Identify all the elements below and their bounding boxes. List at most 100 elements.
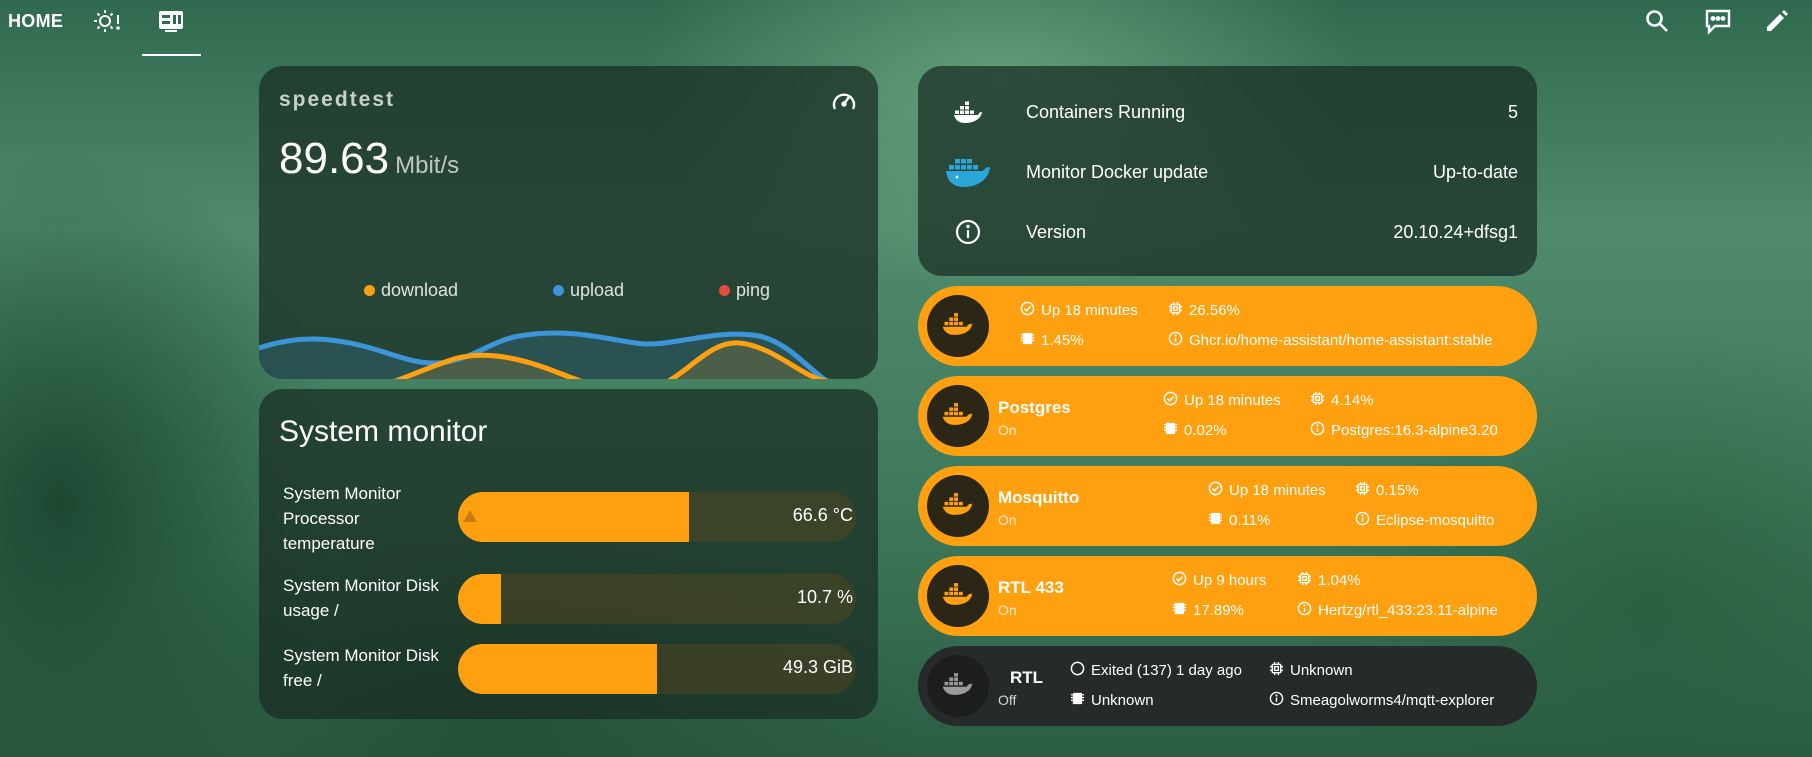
bar-fill [458, 574, 501, 624]
container-memory: 0.11% [1208, 511, 1270, 530]
cpu-icon [1310, 391, 1331, 410]
container-cpu: 1.04% [1297, 571, 1361, 590]
memory-icon [1163, 421, 1184, 440]
legend-dot-download [364, 285, 375, 296]
container-status-text: Up 18 minutes [1041, 302, 1138, 319]
sysmon-label: System Monitor Processor temperature [283, 484, 402, 553]
container-status: Up 18 minutes [1163, 391, 1281, 410]
legend-download[interactable]: download [364, 280, 458, 301]
docker-icon [942, 492, 974, 521]
container-memory-text: 0.11% [1229, 512, 1271, 529]
temperature-gauge-bar[interactable]: 66.6 °C [458, 492, 856, 542]
container-row[interactable]: RTL 433 On Up 9 hours 1.04% 17.89% Hertzg/rtl… [918, 556, 1537, 636]
check-circle-icon [1020, 301, 1041, 320]
container-memory-text: 17.89% [1193, 602, 1244, 619]
memory-icon [1208, 511, 1229, 530]
info-icon [1168, 331, 1189, 350]
container-row[interactable]: RTL Off Exited (137) 1 day ago Unknown Unkno… [918, 646, 1537, 726]
disk-usage-gauge-bar[interactable]: 10.7 % [458, 574, 856, 624]
check-circle-icon [1163, 391, 1184, 410]
container-toggle[interactable] [927, 475, 989, 537]
cpu-icon [1269, 661, 1290, 680]
container-image-text: Hertzg/rtl_433:23.11-alpine [1318, 602, 1498, 619]
container-toggle[interactable] [927, 565, 989, 627]
legend-label-ping: ping [736, 280, 771, 300]
container-toggle[interactable] [927, 655, 989, 717]
entity-row-containers-running[interactable]: Containers Running 5 [948, 92, 1518, 132]
container-toggle[interactable] [927, 295, 989, 357]
speedtest-history-graph [259, 330, 878, 379]
container-image-text: Postgres:16.3-alpine3.20 [1331, 422, 1498, 439]
tab-server[interactable] [156, 8, 186, 38]
memory-icon [1172, 601, 1193, 620]
cpu-icon [1355, 481, 1376, 500]
container-toggle[interactable] [927, 385, 989, 447]
docker-info-card: Containers Running 5 Monitor Docker upda… [918, 66, 1537, 276]
legend-label-download: download [381, 280, 459, 300]
container-row[interactable]: Up 18 minutes 26.56% 1.45% Ghcr.io/home-ass… [918, 286, 1537, 366]
edit-dashboard-button[interactable] [1762, 8, 1792, 38]
check-circle-icon [1208, 481, 1229, 500]
speedtest-title: speedtest [279, 88, 396, 111]
container-image-text: Smeagolworms4/mqtt-explorer [1290, 692, 1495, 709]
container-status-text: Up 18 minutes [1184, 392, 1281, 409]
entity-row-docker-update[interactable]: Monitor Docker update Up-to-date [946, 152, 1518, 192]
container-cpu-text: 4.14% [1331, 392, 1374, 409]
container-status-text: Up 18 minutes [1229, 482, 1326, 499]
container-status: Up 18 minutes [1020, 301, 1138, 320]
container-image: Eclipse-mosquitto [1355, 511, 1494, 530]
pencil-icon [1764, 8, 1790, 39]
search-icon [1644, 8, 1670, 39]
check-circle-icon [1172, 571, 1193, 590]
memory-icon [1020, 331, 1041, 350]
tab-home[interactable]: HOME [8, 11, 63, 32]
container-cpu: 26.56% [1168, 301, 1240, 320]
container-memory-text: 0.02% [1184, 422, 1227, 439]
entity-row-version[interactable]: Version 20.10.24+dfsg1 [948, 212, 1518, 252]
speedtest-card[interactable]: speedtest 89.63 Mbit/s download upload pi… [259, 66, 878, 379]
bar-value: 66.6 °C [792, 505, 853, 525]
docker-icon [942, 582, 974, 611]
cpu-icon [1168, 301, 1189, 320]
disk-free-gauge-bar[interactable]: 49.3 GiB [458, 644, 856, 694]
docker-icon [948, 92, 988, 132]
container-cpu: 4.14% [1310, 391, 1374, 410]
assist-button[interactable] [1703, 8, 1733, 38]
container-name: Postgres [998, 398, 1071, 417]
speedtest-unit: Mbit/s [395, 152, 460, 179]
legend-dot-upload [553, 285, 564, 296]
container-memory: 17.89% [1172, 601, 1244, 620]
info-icon [948, 212, 988, 252]
container-state: On [998, 512, 1017, 528]
server-network-icon [157, 7, 185, 40]
container-memory-text: Unknown [1091, 692, 1154, 709]
warning-icon [462, 509, 478, 528]
container-state: Off [998, 692, 1017, 708]
container-cpu: 0.15% [1355, 481, 1419, 500]
weather-sun-alert-icon [93, 7, 121, 40]
container-cpu-text: Unknown [1290, 662, 1353, 679]
chat-icon [1704, 7, 1732, 40]
legend-label-upload: upload [570, 280, 625, 300]
container-cpu: Unknown [1269, 661, 1353, 680]
container-row[interactable]: Postgres On Up 18 minutes 4.14% 0.02% Postgre… [918, 376, 1537, 456]
tab-weather[interactable] [92, 8, 122, 38]
legend-ping[interactable]: ping [719, 280, 770, 301]
container-cpu-text: 0.15% [1376, 482, 1419, 499]
bar-fill [458, 492, 689, 542]
container-status: Up 9 hours [1172, 571, 1266, 590]
container-memory-text: 1.45% [1041, 332, 1084, 349]
entity-label: Containers Running [1026, 102, 1186, 122]
container-image: Smeagolworms4/mqtt-explorer [1269, 691, 1494, 710]
legend-upload[interactable]: upload [553, 280, 624, 301]
entity-value: Up-to-date [1432, 162, 1518, 182]
info-icon [1310, 421, 1331, 440]
container-status: Up 18 minutes [1208, 481, 1326, 500]
search-button[interactable] [1642, 8, 1672, 38]
active-tab-indicator [142, 54, 201, 56]
container-image: Postgres:16.3-alpine3.20 [1310, 421, 1498, 440]
container-row[interactable]: Mosquitto On Up 18 minutes 0.15% 0.11% Eclips… [918, 466, 1537, 546]
speedometer-icon [830, 88, 858, 121]
bar-value: 10.7 % [796, 587, 853, 607]
sysmon-label: System Monitor Disk usage / [283, 576, 439, 620]
